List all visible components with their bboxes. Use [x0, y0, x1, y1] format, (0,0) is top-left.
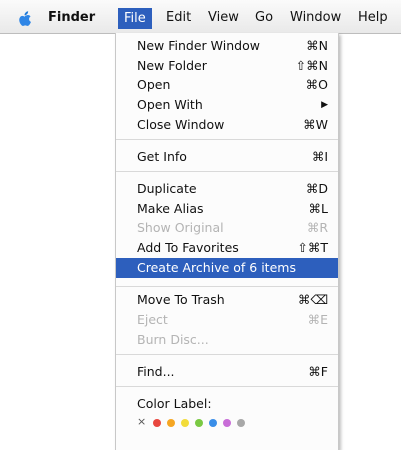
menubar-item-view[interactable]: View — [208, 9, 239, 27]
submenu-arrow-icon: ▶ — [321, 100, 328, 110]
menu-item-label: Open — [137, 77, 171, 92]
menu-item-shortcut: ⌘R — [306, 220, 328, 235]
menu-item-label: Close Window — [137, 117, 225, 132]
menu-item-label: Eject — [137, 312, 168, 327]
menu-item-shortcut: ⌘E — [307, 312, 328, 327]
menu-item-duplicate[interactable]: Duplicate ⌘D — [116, 179, 338, 199]
menu-item-new-finder-window[interactable]: New Finder Window ⌘N — [116, 36, 338, 56]
menu-item-label: Create Archive of 6 items — [137, 260, 296, 275]
menu-separator — [116, 386, 338, 387]
menu-item-label: New Folder — [137, 58, 207, 73]
color-label-dot[interactable] — [167, 419, 175, 427]
menu-item-open-with[interactable]: Open With ▶ — [116, 95, 338, 115]
menubar-item-go[interactable]: Go — [255, 9, 273, 27]
menu-item-get-info[interactable]: Get Info ⌘I — [116, 147, 338, 167]
menu-item-label: Find... — [137, 364, 175, 379]
menu-item-close-window[interactable]: Close Window ⌘W — [116, 115, 338, 135]
menu-item-show-original: Show Original ⌘R — [116, 218, 338, 238]
menu-item-shortcut: ⌘D — [305, 181, 328, 196]
menu-item-new-folder[interactable]: New Folder ⇧⌘N — [116, 56, 338, 76]
menu-item-add-to-favorites[interactable]: Add To Favorites ⇧⌘T — [116, 238, 338, 258]
menu-item-shortcut: ⌘F — [308, 364, 328, 379]
menu-separator — [116, 171, 338, 172]
menu-item-shortcut: ⌘L — [308, 201, 328, 216]
menu-separator — [116, 139, 338, 140]
menu-item-label: Open With — [137, 97, 203, 112]
menu-item-label: Color Label: — [137, 396, 212, 411]
color-label-dot[interactable] — [237, 419, 245, 427]
menu-item-find[interactable]: Find... ⌘F — [116, 362, 338, 382]
menu-item-label: Duplicate — [137, 181, 197, 196]
menu-item-shortcut: ⌘I — [311, 149, 328, 164]
menu-item-label: Move To Trash — [137, 292, 225, 307]
menu-item-shortcut: ⌘O — [305, 77, 328, 92]
menu-item-label: Show Original — [137, 220, 224, 235]
menu-separator — [116, 286, 338, 287]
menu-item-shortcut: ⌘W — [303, 117, 328, 132]
menu-item-label: New Finder Window — [137, 38, 260, 53]
color-label-dot[interactable] — [209, 419, 217, 427]
menu-item-move-to-trash[interactable]: Move To Trash ⌘⌫ — [116, 290, 338, 310]
menubar-item-help[interactable]: Help — [358, 9, 388, 27]
menubar-item-file[interactable]: File — [118, 8, 152, 29]
menubar-item-edit[interactable]: Edit — [166, 9, 191, 27]
color-label-dot[interactable] — [153, 419, 161, 427]
menu-item-create-archive[interactable]: Create Archive of 6 items — [116, 258, 338, 278]
menu-item-make-alias[interactable]: Make Alias ⌘L — [116, 199, 338, 219]
color-label-dot[interactable] — [223, 419, 231, 427]
menu-item-shortcut: ⌘⌫ — [297, 292, 328, 307]
menu-item-open[interactable]: Open ⌘O — [116, 75, 338, 95]
apple-icon[interactable] — [16, 9, 34, 27]
menu-item-shortcut: ⇧⌘N — [295, 58, 328, 73]
menu-item-shortcut: ⇧⌘T — [297, 240, 328, 255]
menu-item-label: Make Alias — [137, 201, 204, 216]
menu-item-burn-disc: Burn Disc... — [116, 330, 338, 350]
menu-separator — [116, 354, 338, 355]
menu-item-label: Add To Favorites — [137, 240, 239, 255]
menu-item-shortcut: ⌘N — [306, 38, 328, 53]
menubar-item-finder[interactable]: Finder — [48, 9, 95, 27]
menu-item-label: Get Info — [137, 149, 187, 164]
color-label-dot[interactable] — [181, 419, 189, 427]
menu-item-label: Burn Disc... — [137, 332, 209, 347]
color-label-dot[interactable] — [195, 419, 203, 427]
remove-label-icon[interactable]: × — [137, 415, 146, 428]
menubar-item-window[interactable]: Window — [290, 9, 341, 27]
menu-item-color-label: Color Label: — [116, 394, 338, 414]
file-menu: New Finder Window ⌘N New Folder ⇧⌘N Open… — [115, 33, 339, 450]
menu-item-eject: Eject ⌘E — [116, 310, 338, 330]
menu-bar: Finder File Edit View Go Window Help — [0, 0, 401, 34]
